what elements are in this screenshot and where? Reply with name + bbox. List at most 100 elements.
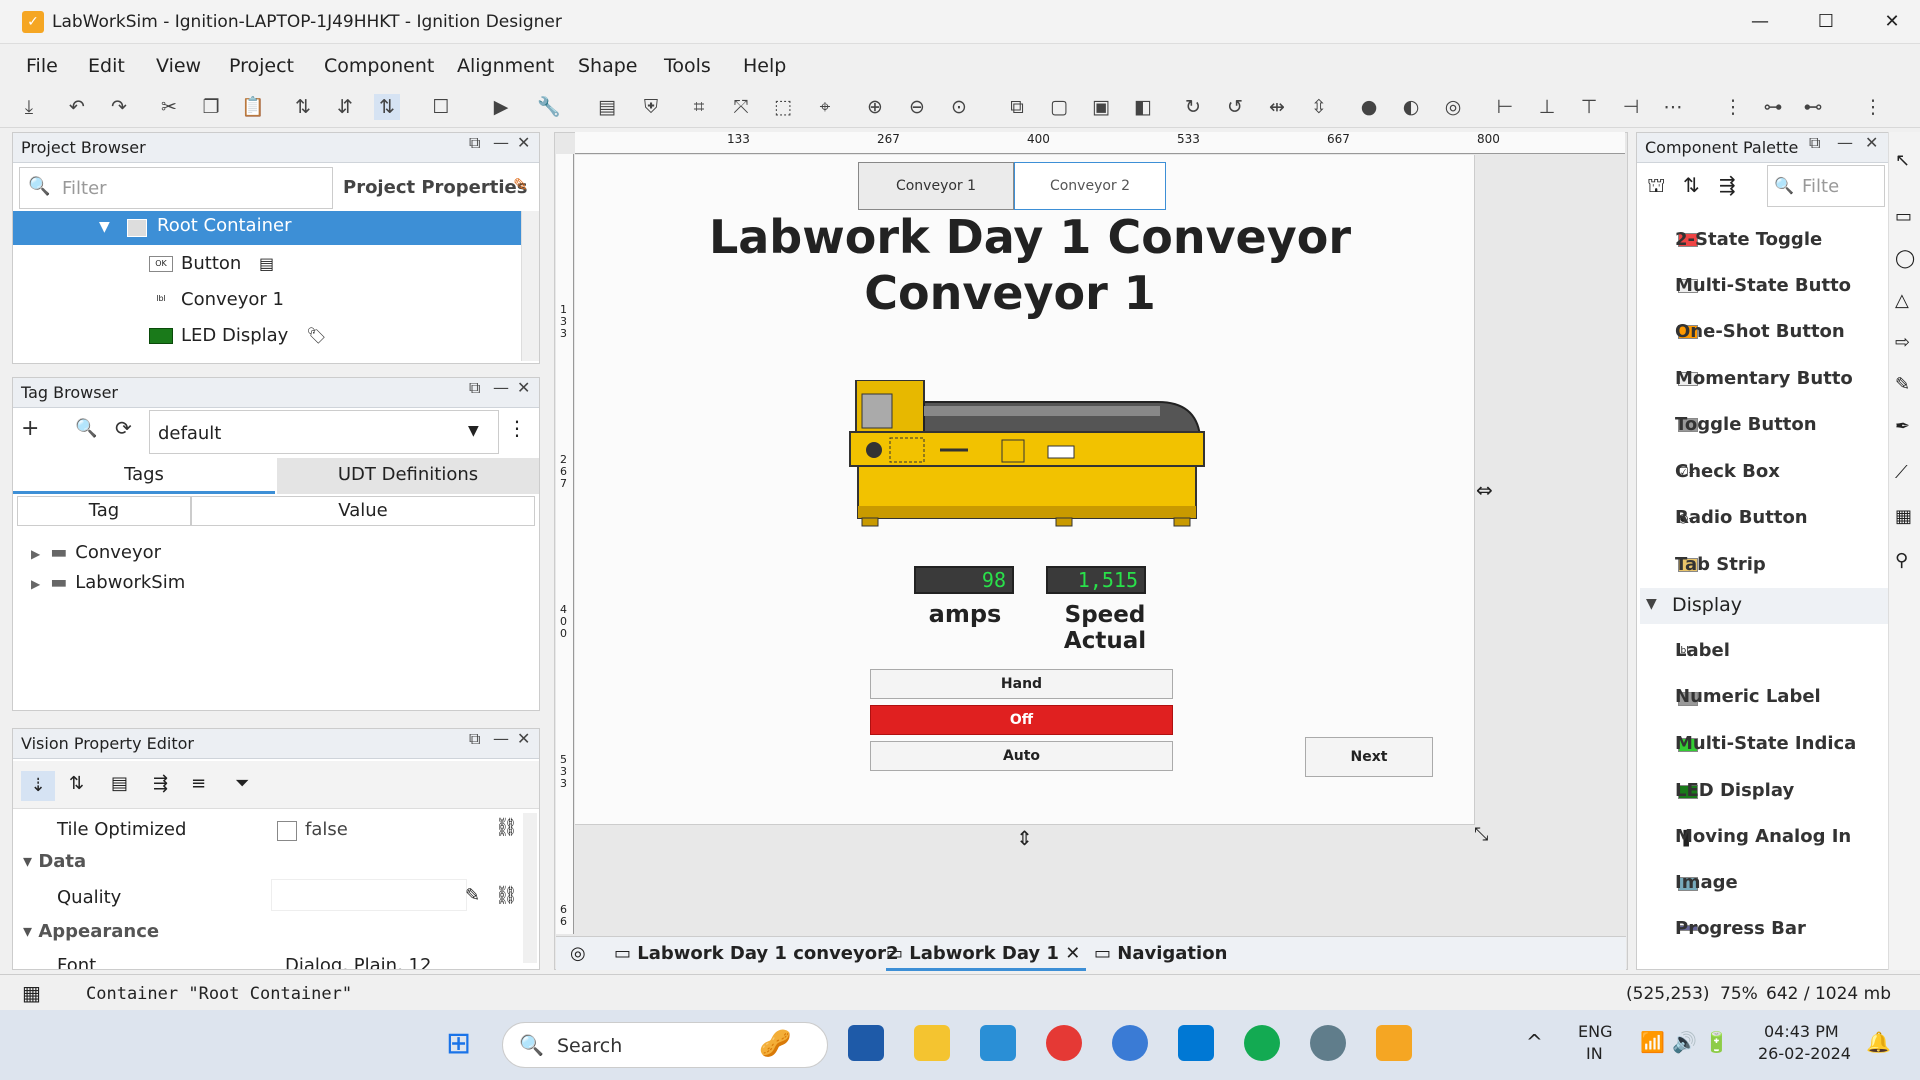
region-label[interactable]: IN xyxy=(1586,1044,1603,1063)
redo-icon[interactable]: ↷ xyxy=(106,94,132,120)
minimize-panel-icon[interactable]: — xyxy=(493,133,509,152)
move-front-icon[interactable]: ◧ xyxy=(1130,94,1156,120)
crop-icon[interactable]: ⌖ xyxy=(812,94,838,120)
list-view-icon[interactable]: ▤ xyxy=(111,773,128,794)
chevron-right-icon[interactable]: ▶ xyxy=(31,547,40,561)
add-tag-icon[interactable]: + xyxy=(21,416,39,441)
tab-labwork-day-1[interactable]: ▭ Labwork Day 1 ✕ xyxy=(886,937,1087,971)
settings-view-icon[interactable]: ◎ xyxy=(570,943,586,964)
search-icon[interactable]: 🔍 xyxy=(75,418,97,439)
subtract-icon[interactable]: ◐ xyxy=(1398,94,1424,120)
palette-radio-button[interactable]: Radio Button xyxy=(1675,507,1808,528)
more-options-icon[interactable]: ⋮ xyxy=(507,416,527,440)
minimize-panel-icon[interactable]: — xyxy=(1837,133,1853,152)
minimize-panel-icon[interactable]: — xyxy=(493,378,509,397)
close-button[interactable]: ✕ xyxy=(1872,8,1912,36)
wrench-icon[interactable]: 🔧 xyxy=(536,94,562,120)
union-icon[interactable]: ● xyxy=(1356,94,1382,120)
float-icon[interactable]: ⧉ xyxy=(469,378,480,398)
menu-project[interactable]: Project xyxy=(229,55,294,77)
off-button[interactable]: Off xyxy=(870,705,1173,735)
project-properties-link[interactable]: Project Properties xyxy=(343,177,527,198)
cut-icon[interactable]: ✂ xyxy=(156,94,182,120)
calculator-app-icon[interactable] xyxy=(848,1025,884,1061)
palette-numeric-label[interactable]: Numeric Label xyxy=(1675,686,1821,707)
expand-icon[interactable]: ▼ xyxy=(99,219,110,235)
resize-icon[interactable]: ⤧ xyxy=(728,94,754,120)
app-store-icon[interactable] xyxy=(1112,1025,1148,1061)
tree-row-led-display[interactable]: LED Display 🏷 xyxy=(149,319,326,353)
palette-2-state-toggle[interactable]: 2-State Toggle xyxy=(1675,229,1822,250)
polygon-tool-icon[interactable]: △ xyxy=(1895,290,1909,311)
size-equal-icon[interactable]: ⊶ xyxy=(1760,94,1786,120)
palette-image[interactable]: Image xyxy=(1675,872,1738,893)
tab-labwork-day-1-conveyor2[interactable]: ▭ Labwork Day 1 conveyor2 xyxy=(614,937,899,971)
property-scrollbar[interactable] xyxy=(523,813,537,963)
section-data[interactable]: ▾ Data xyxy=(23,851,86,872)
mongodb-icon[interactable] xyxy=(1244,1025,1280,1061)
auto-button[interactable]: Auto xyxy=(870,741,1173,771)
rotate-icon[interactable]: ↻ xyxy=(1180,94,1206,120)
anchor-icon[interactable]: ⇵ xyxy=(332,94,358,120)
amps-led-display[interactable]: 98 xyxy=(914,566,1014,594)
conveyor-1-label[interactable]: Conveyor 1 xyxy=(700,266,1320,320)
zoom-out-icon[interactable]: ⊖ xyxy=(904,94,930,120)
speed-led-display[interactable]: 1,515 xyxy=(1046,566,1146,594)
project-properties-icon[interactable]: ✎ xyxy=(513,175,528,196)
menu-tools[interactable]: Tools xyxy=(664,55,711,77)
tab-conveyor-1[interactable]: Conveyor 1 xyxy=(858,162,1014,210)
zoom-fit-icon[interactable]: ⊙ xyxy=(946,94,972,120)
quality-value-field[interactable] xyxy=(271,879,467,911)
line-tool-icon[interactable]: ⟋ xyxy=(1895,462,1908,483)
remote-desktop-icon[interactable] xyxy=(980,1025,1016,1061)
window-icon[interactable]: ☐ xyxy=(428,94,454,120)
tree-row-conveyor-1[interactable]: lbl Conveyor 1 xyxy=(149,283,284,317)
paste-icon[interactable]: 📋 xyxy=(240,94,266,120)
menu-alignment[interactable]: Alignment xyxy=(457,55,554,77)
palette-progress-bar[interactable]: Progress Bar xyxy=(1675,918,1806,939)
float-icon[interactable]: ⧉ xyxy=(469,133,480,153)
taskbar-search-box[interactable]: 🔍 Search 🥜 xyxy=(502,1022,828,1068)
spacing-icon[interactable]: ⋮ xyxy=(1720,94,1746,120)
align-top-icon[interactable]: ⊤ xyxy=(1576,94,1602,120)
script-icon[interactable]: ▤ xyxy=(594,94,620,120)
file-explorer-icon[interactable] xyxy=(914,1025,950,1061)
palette-led-display[interactable]: LED Display xyxy=(1675,780,1794,801)
tag-provider-select[interactable]: default ▼ xyxy=(149,410,499,454)
rotate-back-icon[interactable]: ↺ xyxy=(1222,94,1248,120)
close-panel-icon[interactable]: ✕ xyxy=(517,133,530,152)
notification-bell-icon[interactable]: 🔔 xyxy=(1866,1030,1891,1054)
close-panel-icon[interactable]: ✕ xyxy=(517,378,530,397)
float-icon[interactable]: ⧉ xyxy=(469,729,480,749)
battery-icon[interactable]: 🔋 xyxy=(1704,1030,1729,1054)
save-icon[interactable]: ⤓ xyxy=(16,94,42,120)
close-panel-icon[interactable]: ✕ xyxy=(1865,133,1878,152)
undo-icon[interactable]: ↶ xyxy=(64,94,90,120)
palette-sort-icon[interactable]: ⇅ xyxy=(1683,173,1700,197)
settings-icon[interactable] xyxy=(1310,1025,1346,1061)
expand-all-icon[interactable]: ⇶ xyxy=(153,773,168,794)
show-hidden-icons-icon[interactable]: ^ xyxy=(1526,1030,1543,1054)
resize-corner-handle-icon[interactable]: ⤡ xyxy=(1474,824,1488,845)
palette-filter-input[interactable]: 🔍 Filte xyxy=(1767,165,1885,207)
overflow-icon[interactable]: ⋮ xyxy=(1860,94,1886,120)
project-filter-input[interactable]: 🔍 Filter xyxy=(19,167,333,209)
tile-optimized-checkbox[interactable] xyxy=(277,821,297,841)
palette-momentary-button[interactable]: Momentary Butto xyxy=(1675,368,1853,389)
minimize-button[interactable]: — xyxy=(1740,8,1780,36)
float-icon[interactable]: ⧉ xyxy=(1809,133,1820,153)
hand-button[interactable]: Hand xyxy=(870,669,1173,699)
ellipse-tool-icon[interactable]: ◯ xyxy=(1895,248,1915,269)
language-label[interactable]: ENG xyxy=(1578,1022,1612,1041)
maximize-button[interactable]: ☐ xyxy=(1806,8,1846,36)
tag-row-conveyor[interactable]: ▶ ▬ Conveyor xyxy=(31,536,161,570)
palette-section-display[interactable]: ▼ Display xyxy=(1640,588,1890,624)
tree-row-root-container[interactable]: ▼ Root Container xyxy=(13,211,521,245)
pen-tool-icon[interactable]: ✒ xyxy=(1895,416,1910,437)
more-tools-icon[interactable]: ⊷ xyxy=(1800,94,1826,120)
resize-vertical-handle-icon[interactable]: ⇕ xyxy=(1016,826,1033,850)
resize-horizontal-handle-icon[interactable]: ⇔ xyxy=(1476,478,1493,502)
edit-pencil-icon[interactable]: ✎ xyxy=(465,885,480,906)
flip-h-icon[interactable]: ⇹ xyxy=(1264,94,1290,120)
tree-row-button[interactable]: OK Button ▤ xyxy=(149,247,274,281)
